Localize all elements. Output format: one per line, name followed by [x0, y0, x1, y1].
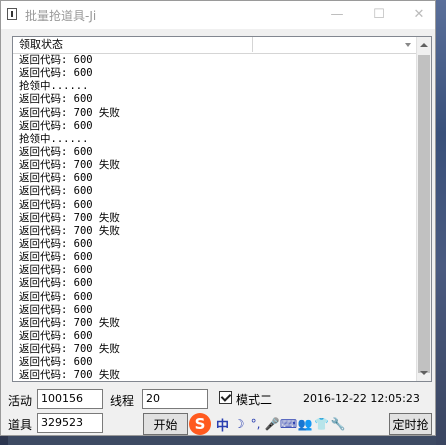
- desktop-background-right: [436, 0, 446, 445]
- moon-icon[interactable]: ☽: [232, 414, 247, 434]
- scroll-up-button[interactable]: [417, 37, 431, 53]
- list-item[interactable]: 返回代码: 600: [13, 54, 418, 67]
- maximize-button[interactable]: ☐: [365, 5, 393, 23]
- activity-input[interactable]: 100156: [37, 389, 103, 409]
- arrow-down-icon: [420, 371, 428, 375]
- timer-button[interactable]: 定时抢: [389, 413, 432, 435]
- column-header-extra[interactable]: [253, 37, 418, 52]
- list-item[interactable]: 返回代码: 700 失败: [13, 343, 418, 356]
- list-item[interactable]: 返回代码: 700 失败: [13, 212, 418, 225]
- keyboard-icon[interactable]: ⌨: [280, 414, 297, 434]
- item-label: 道具: [8, 418, 33, 432]
- scroll-down-button[interactable]: [417, 365, 431, 381]
- app-window: 批量抢道具-Ji — ☐ ✕ 领取状态 返回代码: 600 返回代码: 600 抢领…: [0, 0, 436, 436]
- list-item[interactable]: 返回代码: 600: [13, 238, 418, 251]
- list-item[interactable]: 返回代码: 700 失败: [13, 107, 418, 120]
- sogou-logo-icon[interactable]: S: [189, 413, 211, 435]
- activity-label: 活动: [8, 394, 33, 408]
- list-item[interactable]: 返回代码: 600: [13, 146, 418, 159]
- list-rows: 返回代码: 600 返回代码: 600 抢领中...... 返回代码: 600 返回代码…: [13, 54, 418, 381]
- close-button[interactable]: ✕: [405, 5, 433, 23]
- list-item[interactable]: 返回代码: 600: [13, 67, 418, 80]
- list-item[interactable]: 返回代码: 600: [13, 185, 418, 198]
- list-item[interactable]: 抢领中......: [13, 80, 418, 93]
- mode-checkbox[interactable]: [219, 391, 232, 404]
- list-item[interactable]: 返回代码: 600: [13, 120, 418, 133]
- microphone-icon[interactable]: 🎤: [265, 414, 280, 434]
- thread-label: 线程: [110, 394, 135, 408]
- list-item[interactable]: 返回代码: 600: [13, 330, 418, 343]
- arrow-up-icon: [420, 43, 428, 47]
- list-item[interactable]: 抢领中......: [13, 133, 418, 146]
- list-item[interactable]: 返回代码: 700 失败: [13, 159, 418, 172]
- minimize-button[interactable]: —: [323, 5, 351, 23]
- app-icon: [7, 8, 17, 20]
- list-item[interactable]: 返回代码: 600: [13, 93, 418, 106]
- punctuation-icon[interactable]: °,: [248, 414, 263, 434]
- list-item[interactable]: 返回代码: 600: [13, 172, 418, 185]
- title-bar[interactable]: 批量抢道具-Ji — ☐ ✕: [1, 1, 435, 29]
- wrench-icon[interactable]: 🔧: [331, 414, 346, 434]
- start-button[interactable]: 开始: [143, 413, 188, 435]
- column-header-status[interactable]: 领取状态: [13, 37, 253, 52]
- chinese-mode-icon[interactable]: 中: [215, 414, 230, 434]
- list-item[interactable]: 返回代码: 600: [13, 199, 418, 212]
- ime-toolbar: S 中 ☽ °, 🎤 ⌨ 👥 👕 🔧: [189, 412, 385, 436]
- datetime-display: 2016-12-22 12:05:23: [303, 392, 420, 405]
- list-item[interactable]: 返回代码: 700 失败: [13, 317, 418, 330]
- list-item[interactable]: 返回代码: 600: [13, 277, 418, 290]
- list-item[interactable]: 返回代码: 600: [13, 291, 418, 304]
- window-title: 批量抢道具-Ji: [25, 9, 97, 23]
- list-item[interactable]: 返回代码: 700 失败: [13, 369, 418, 381]
- list-item[interactable]: 返回代码: 700 失败: [13, 225, 418, 238]
- status-list[interactable]: 领取状态 返回代码: 600 返回代码: 600 抢领中...... 返回代码: 60…: [12, 36, 432, 382]
- thread-input[interactable]: 20: [142, 389, 208, 409]
- list-item[interactable]: 返回代码: 600: [13, 264, 418, 277]
- item-input[interactable]: 329523: [37, 413, 103, 433]
- scroll-thumb[interactable]: [418, 55, 430, 373]
- shirt-icon[interactable]: 👕: [314, 414, 329, 434]
- list-item[interactable]: 返回代码: 600: [13, 356, 418, 369]
- mode-label[interactable]: 模式二: [236, 391, 272, 408]
- vertical-scrollbar[interactable]: [416, 37, 431, 381]
- list-header: 领取状态: [13, 37, 418, 54]
- list-item[interactable]: 返回代码: 600: [13, 251, 418, 264]
- list-item[interactable]: 返回代码: 600: [13, 304, 418, 317]
- user-icon[interactable]: 👥: [298, 414, 313, 434]
